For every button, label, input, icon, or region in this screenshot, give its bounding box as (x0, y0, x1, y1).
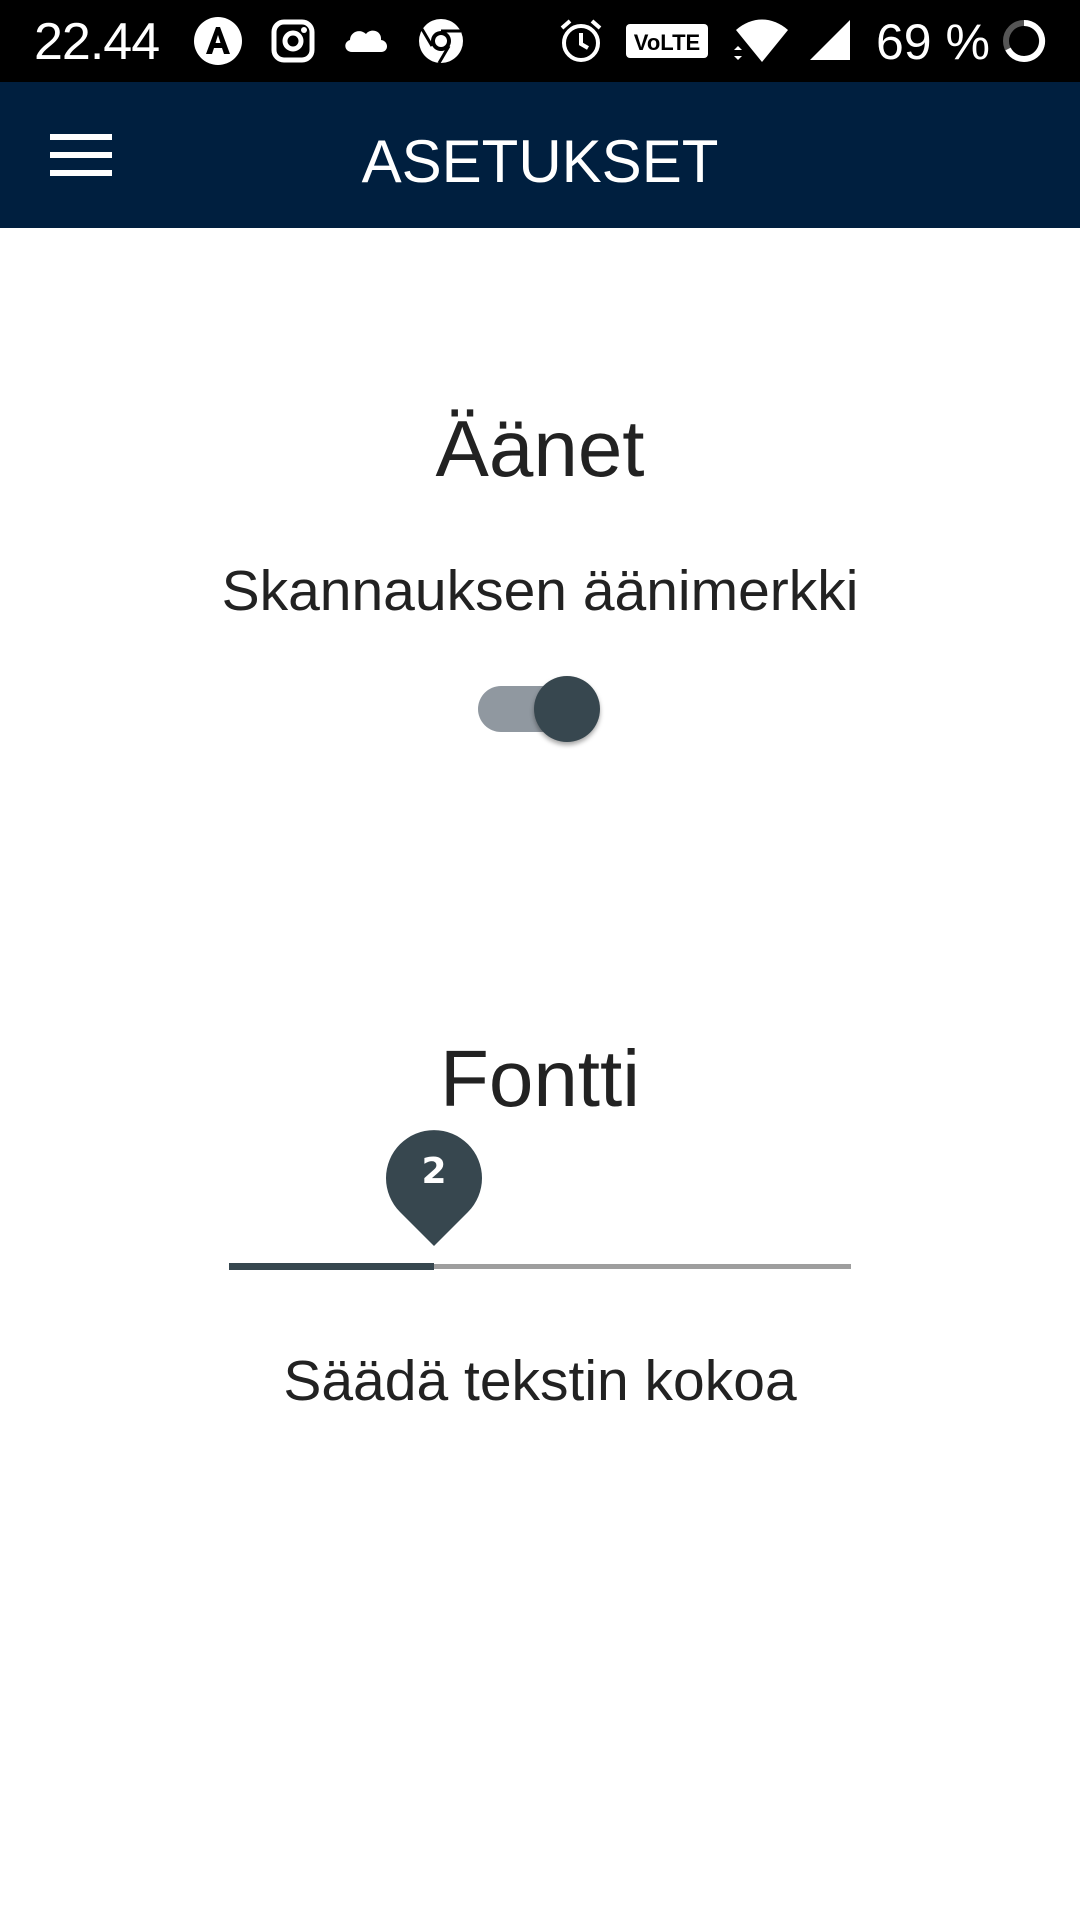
scan-beep-label: Skannauksen äänimerkki (221, 559, 859, 623)
wifi-icon (734, 19, 788, 62)
toggle-thumb[interactable] (534, 676, 600, 742)
sounds-section-title: Äänet (435, 404, 645, 493)
slider-thumb[interactable]: 2 (386, 1128, 482, 1246)
battery-percent: 69 % (876, 14, 990, 70)
a-app-icon (194, 17, 242, 65)
instagram-icon (271, 19, 315, 63)
battery-ring-icon (1003, 19, 1046, 62)
signal-icon (810, 20, 850, 60)
slider-value: 2 (421, 1151, 447, 1192)
text-size-description: Säädä tekstin kokoa (283, 1349, 797, 1413)
alarm-icon (560, 19, 602, 62)
page-title: ASETUKSET (361, 128, 719, 195)
app-bar: ASETUKSET (0, 82, 1080, 228)
cloud-icon (345, 30, 387, 52)
font-section-title: Fontti (439, 1034, 641, 1123)
volte-label: VoLTE (634, 30, 700, 55)
status-bar: 22.44 VoLTE 69 % (0, 0, 1080, 82)
font-size-slider[interactable]: 2 (229, 1128, 851, 1278)
chrome-icon (419, 19, 463, 64)
scan-beep-toggle[interactable] (478, 676, 604, 742)
slider-track-active[interactable] (229, 1263, 434, 1270)
status-time: 22.44 (34, 13, 160, 71)
volte-icon: VoLTE (626, 24, 708, 58)
